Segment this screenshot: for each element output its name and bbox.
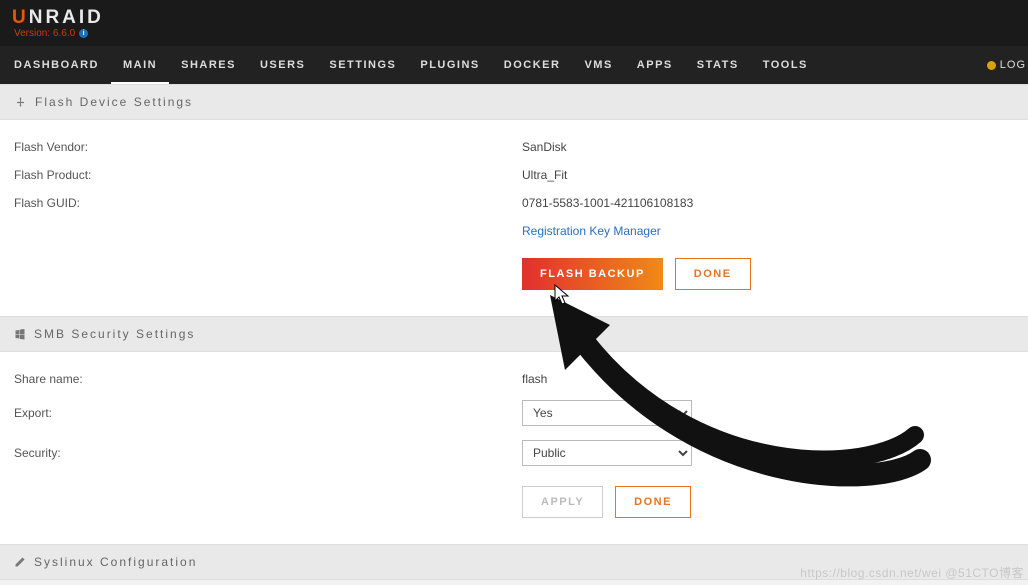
label-vendor: Flash Vendor: bbox=[14, 140, 522, 154]
label-security: Security: bbox=[14, 446, 522, 460]
watermark: https://blog.csdn.net/wei @51CTO博客 bbox=[800, 564, 1024, 581]
label-product: Flash Product: bbox=[14, 168, 522, 182]
row-guid: Flash GUID: 0781-5583-1001-421106108183 bbox=[14, 196, 1014, 210]
edit-icon bbox=[14, 556, 26, 568]
row-reg-link: Registration Key Manager bbox=[14, 224, 1014, 238]
label-share: Share name: bbox=[14, 372, 522, 386]
apply-button[interactable]: APPLY bbox=[522, 486, 603, 518]
value-guid: 0781-5583-1001-421106108183 bbox=[522, 196, 693, 210]
version-line: Version: 6.6.0 i bbox=[14, 28, 88, 39]
nav-dashboard[interactable]: DASHBOARD bbox=[2, 46, 111, 84]
nav-bar: DASHBOARD MAIN SHARES USERS SETTINGS PLU… bbox=[0, 46, 1028, 84]
nav-apps[interactable]: APPS bbox=[625, 46, 685, 84]
section-title-syslinux: Syslinux Configuration bbox=[34, 555, 197, 569]
select-security[interactable]: Public bbox=[522, 440, 692, 466]
row-vendor: Flash Vendor: SanDisk bbox=[14, 140, 1014, 154]
windows-icon bbox=[14, 328, 26, 340]
flash-button-row: FLASH BACKUP DONE bbox=[14, 258, 1014, 290]
section-title-smb: SMB Security Settings bbox=[34, 327, 195, 341]
smb-done-button[interactable]: DONE bbox=[615, 486, 691, 518]
nav-users[interactable]: USERS bbox=[248, 46, 317, 84]
nav-vms[interactable]: VMS bbox=[572, 46, 624, 84]
value-share: flash bbox=[522, 372, 547, 386]
nav-docker[interactable]: DOCKER bbox=[492, 46, 573, 84]
label-export: Export: bbox=[14, 406, 522, 420]
registration-key-manager-link[interactable]: Registration Key Manager bbox=[522, 224, 661, 238]
nav-tools[interactable]: TOOLS bbox=[751, 46, 820, 84]
top-bar: UNRAID Version: 6.6.0 i bbox=[0, 0, 1028, 46]
section-header-flash: Flash Device Settings bbox=[0, 84, 1028, 120]
flash-section: Flash Vendor: SanDisk Flash Product: Ult… bbox=[0, 120, 1028, 316]
row-product: Flash Product: Ultra_Fit bbox=[14, 168, 1014, 182]
flash-done-button[interactable]: DONE bbox=[675, 258, 751, 290]
value-product: Ultra_Fit bbox=[522, 168, 567, 182]
usb-icon bbox=[14, 96, 27, 109]
smb-button-row: APPLY DONE bbox=[14, 486, 1014, 518]
nav-settings[interactable]: SETTINGS bbox=[317, 46, 408, 84]
row-export: Export: Yes bbox=[14, 400, 1014, 426]
select-export[interactable]: Yes bbox=[522, 400, 692, 426]
info-icon[interactable]: i bbox=[79, 29, 88, 38]
lock-icon bbox=[987, 61, 996, 70]
row-security: Security: Public bbox=[14, 440, 1014, 466]
label-guid: Flash GUID: bbox=[14, 196, 522, 210]
flash-backup-button[interactable]: FLASH BACKUP bbox=[522, 258, 663, 290]
nav-stats[interactable]: STATS bbox=[685, 46, 751, 84]
version-text: Version: 6.6.0 bbox=[14, 28, 75, 39]
logo-accent: U bbox=[12, 7, 29, 28]
nav-logout[interactable]: LOG bbox=[987, 59, 1028, 71]
logo: UNRAID bbox=[12, 7, 104, 29]
nav-main[interactable]: MAIN bbox=[111, 46, 169, 84]
section-title-flash: Flash Device Settings bbox=[35, 95, 193, 109]
value-vendor: SanDisk bbox=[522, 140, 567, 154]
logo-rest: NRAID bbox=[29, 7, 104, 28]
smb-section: Share name: flash Export: Yes Security: … bbox=[0, 352, 1028, 544]
nav-right-label: LOG bbox=[1000, 59, 1026, 71]
nav-shares[interactable]: SHARES bbox=[169, 46, 248, 84]
row-share: Share name: flash bbox=[14, 372, 1014, 386]
nav-plugins[interactable]: PLUGINS bbox=[408, 46, 491, 84]
section-header-smb: SMB Security Settings bbox=[0, 316, 1028, 352]
